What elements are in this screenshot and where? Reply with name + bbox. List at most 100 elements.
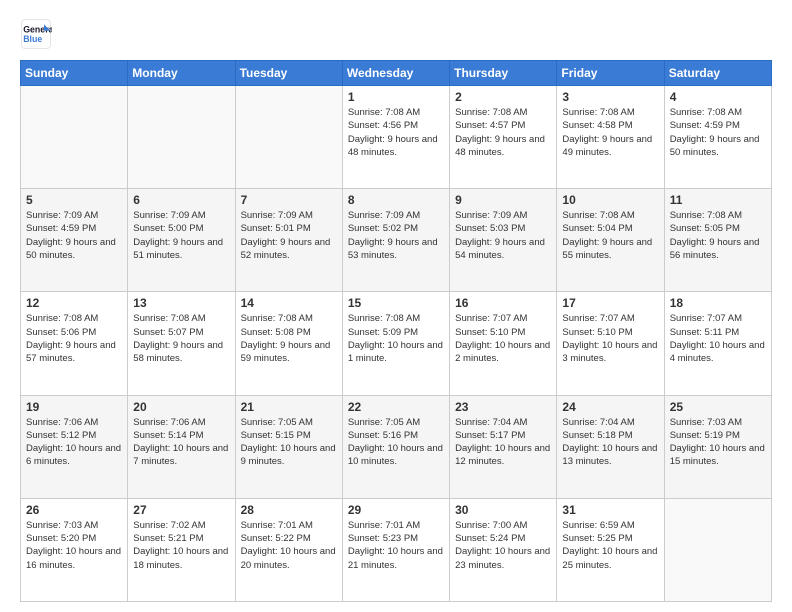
- day-info: Daylight: 9 hours and 55 minutes.: [562, 236, 658, 263]
- day-info: Daylight: 9 hours and 58 minutes.: [133, 339, 229, 366]
- day-info: Sunrise: 7:01 AM: [241, 519, 337, 532]
- day-cell: [21, 86, 128, 189]
- day-number: 2: [455, 90, 551, 104]
- weekday-header-saturday: Saturday: [664, 61, 771, 86]
- weekday-header-wednesday: Wednesday: [342, 61, 449, 86]
- day-info: Sunset: 5:06 PM: [26, 326, 122, 339]
- day-number: 25: [670, 400, 766, 414]
- day-info: Sunrise: 7:03 AM: [26, 519, 122, 532]
- day-number: 16: [455, 296, 551, 310]
- day-number: 31: [562, 503, 658, 517]
- day-cell: 4Sunrise: 7:08 AMSunset: 4:59 PMDaylight…: [664, 86, 771, 189]
- week-row-2: 5Sunrise: 7:09 AMSunset: 4:59 PMDaylight…: [21, 189, 772, 292]
- day-info: Daylight: 9 hours and 50 minutes.: [26, 236, 122, 263]
- day-info: Sunset: 5:19 PM: [670, 429, 766, 442]
- day-number: 13: [133, 296, 229, 310]
- day-info: Daylight: 10 hours and 9 minutes.: [241, 442, 337, 469]
- day-cell: 13Sunrise: 7:08 AMSunset: 5:07 PMDayligh…: [128, 292, 235, 395]
- day-number: 21: [241, 400, 337, 414]
- day-info: Sunrise: 7:08 AM: [241, 312, 337, 325]
- day-info: Sunset: 5:17 PM: [455, 429, 551, 442]
- day-number: 8: [348, 193, 444, 207]
- day-info: Sunrise: 7:04 AM: [455, 416, 551, 429]
- day-info: Sunset: 5:05 PM: [670, 222, 766, 235]
- day-cell: 20Sunrise: 7:06 AMSunset: 5:14 PMDayligh…: [128, 395, 235, 498]
- day-info: Daylight: 10 hours and 13 minutes.: [562, 442, 658, 469]
- day-number: 29: [348, 503, 444, 517]
- day-info: Daylight: 9 hours and 59 minutes.: [241, 339, 337, 366]
- day-info: Sunset: 5:08 PM: [241, 326, 337, 339]
- day-info: Sunrise: 7:01 AM: [348, 519, 444, 532]
- day-info: Sunrise: 7:05 AM: [348, 416, 444, 429]
- day-info: Daylight: 10 hours and 15 minutes.: [670, 442, 766, 469]
- day-info: Sunrise: 7:08 AM: [348, 106, 444, 119]
- day-info: Sunset: 5:12 PM: [26, 429, 122, 442]
- day-info: Daylight: 9 hours and 54 minutes.: [455, 236, 551, 263]
- day-cell: 6Sunrise: 7:09 AMSunset: 5:00 PMDaylight…: [128, 189, 235, 292]
- weekday-header-friday: Friday: [557, 61, 664, 86]
- week-row-5: 26Sunrise: 7:03 AMSunset: 5:20 PMDayligh…: [21, 498, 772, 601]
- day-number: 14: [241, 296, 337, 310]
- weekday-header-thursday: Thursday: [450, 61, 557, 86]
- day-info: Daylight: 10 hours and 7 minutes.: [133, 442, 229, 469]
- day-info: Daylight: 10 hours and 1 minute.: [348, 339, 444, 366]
- day-cell: 17Sunrise: 7:07 AMSunset: 5:10 PMDayligh…: [557, 292, 664, 395]
- day-cell: [128, 86, 235, 189]
- day-cell: 1Sunrise: 7:08 AMSunset: 4:56 PMDaylight…: [342, 86, 449, 189]
- week-row-3: 12Sunrise: 7:08 AMSunset: 5:06 PMDayligh…: [21, 292, 772, 395]
- day-info: Daylight: 10 hours and 4 minutes.: [670, 339, 766, 366]
- day-cell: 9Sunrise: 7:09 AMSunset: 5:03 PMDaylight…: [450, 189, 557, 292]
- day-info: Sunset: 5:21 PM: [133, 532, 229, 545]
- day-info: Daylight: 10 hours and 10 minutes.: [348, 442, 444, 469]
- day-info: Sunrise: 7:08 AM: [562, 106, 658, 119]
- day-cell: 31Sunrise: 6:59 AMSunset: 5:25 PMDayligh…: [557, 498, 664, 601]
- day-cell: 29Sunrise: 7:01 AMSunset: 5:23 PMDayligh…: [342, 498, 449, 601]
- day-number: 24: [562, 400, 658, 414]
- day-info: Sunrise: 7:07 AM: [562, 312, 658, 325]
- day-info: Daylight: 10 hours and 23 minutes.: [455, 545, 551, 572]
- day-cell: 12Sunrise: 7:08 AMSunset: 5:06 PMDayligh…: [21, 292, 128, 395]
- day-cell: 15Sunrise: 7:08 AMSunset: 5:09 PMDayligh…: [342, 292, 449, 395]
- day-cell: 5Sunrise: 7:09 AMSunset: 4:59 PMDaylight…: [21, 189, 128, 292]
- day-number: 15: [348, 296, 444, 310]
- day-info: Sunrise: 7:00 AM: [455, 519, 551, 532]
- day-info: Sunset: 4:59 PM: [26, 222, 122, 235]
- day-number: 23: [455, 400, 551, 414]
- day-cell: [664, 498, 771, 601]
- day-info: Sunrise: 7:07 AM: [455, 312, 551, 325]
- day-cell: 18Sunrise: 7:07 AMSunset: 5:11 PMDayligh…: [664, 292, 771, 395]
- day-number: 17: [562, 296, 658, 310]
- day-number: 20: [133, 400, 229, 414]
- day-info: Daylight: 10 hours and 18 minutes.: [133, 545, 229, 572]
- day-info: Daylight: 9 hours and 56 minutes.: [670, 236, 766, 263]
- day-number: 6: [133, 193, 229, 207]
- day-info: Sunset: 5:10 PM: [562, 326, 658, 339]
- day-cell: 25Sunrise: 7:03 AMSunset: 5:19 PMDayligh…: [664, 395, 771, 498]
- day-info: Sunset: 5:20 PM: [26, 532, 122, 545]
- day-info: Sunrise: 7:07 AM: [670, 312, 766, 325]
- day-info: Sunrise: 7:08 AM: [348, 312, 444, 325]
- day-info: Daylight: 9 hours and 50 minutes.: [670, 133, 766, 160]
- day-info: Sunset: 5:24 PM: [455, 532, 551, 545]
- day-cell: 2Sunrise: 7:08 AMSunset: 4:57 PMDaylight…: [450, 86, 557, 189]
- day-cell: 19Sunrise: 7:06 AMSunset: 5:12 PMDayligh…: [21, 395, 128, 498]
- day-info: Daylight: 10 hours and 21 minutes.: [348, 545, 444, 572]
- day-number: 18: [670, 296, 766, 310]
- day-info: Daylight: 10 hours and 6 minutes.: [26, 442, 122, 469]
- day-info: Sunset: 5:16 PM: [348, 429, 444, 442]
- day-cell: 8Sunrise: 7:09 AMSunset: 5:02 PMDaylight…: [342, 189, 449, 292]
- day-cell: 21Sunrise: 7:05 AMSunset: 5:15 PMDayligh…: [235, 395, 342, 498]
- day-info: Sunrise: 7:05 AM: [241, 416, 337, 429]
- day-info: Daylight: 9 hours and 52 minutes.: [241, 236, 337, 263]
- day-info: Daylight: 9 hours and 49 minutes.: [562, 133, 658, 160]
- weekday-header-row: SundayMondayTuesdayWednesdayThursdayFrid…: [21, 61, 772, 86]
- day-info: Sunrise: 7:09 AM: [241, 209, 337, 222]
- day-info: Daylight: 9 hours and 48 minutes.: [455, 133, 551, 160]
- day-cell: 11Sunrise: 7:08 AMSunset: 5:05 PMDayligh…: [664, 189, 771, 292]
- day-cell: 30Sunrise: 7:00 AMSunset: 5:24 PMDayligh…: [450, 498, 557, 601]
- day-info: Daylight: 10 hours and 2 minutes.: [455, 339, 551, 366]
- day-number: 11: [670, 193, 766, 207]
- week-row-4: 19Sunrise: 7:06 AMSunset: 5:12 PMDayligh…: [21, 395, 772, 498]
- day-info: Sunrise: 7:02 AM: [133, 519, 229, 532]
- day-number: 19: [26, 400, 122, 414]
